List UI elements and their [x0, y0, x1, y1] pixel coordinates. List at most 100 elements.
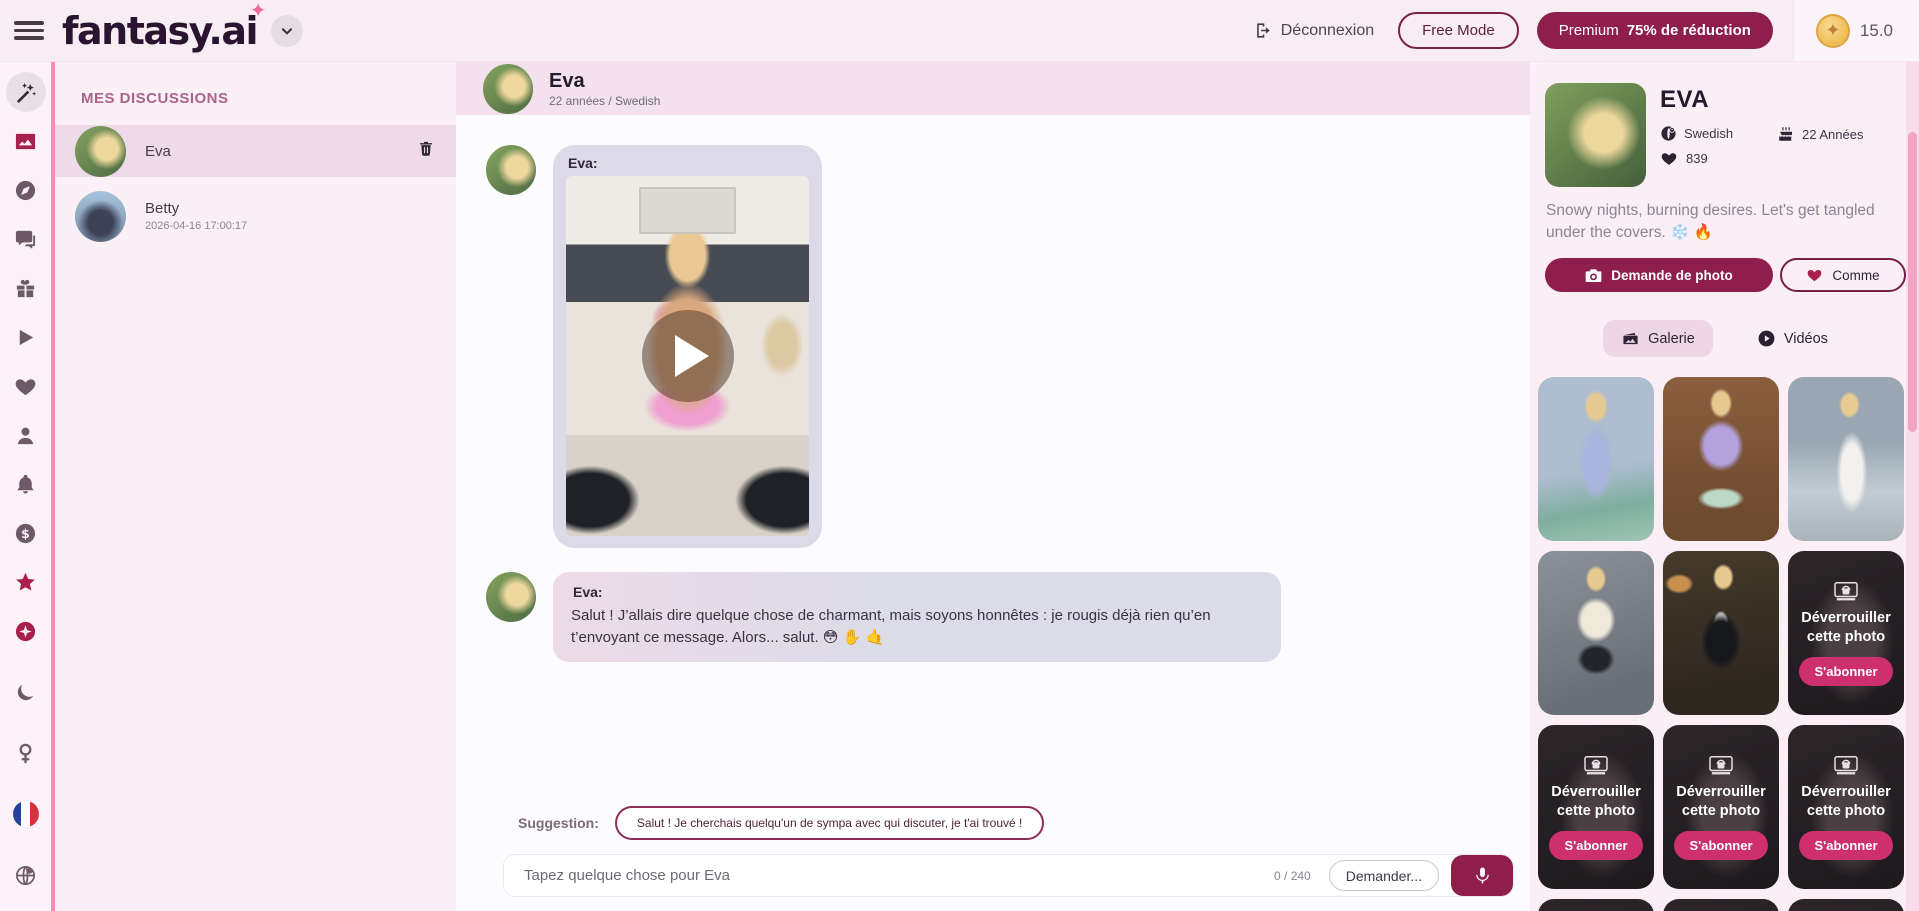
- media-tabs: Galerie Vidéos: [1530, 320, 1919, 357]
- chats-icon[interactable]: [6, 219, 46, 259]
- camera-icon: [1585, 268, 1602, 283]
- suggestion-row: Suggestion: Salut ! Je cherchais quelqu'…: [486, 806, 1530, 840]
- subscribe-button[interactable]: S'abonner: [1799, 657, 1892, 686]
- gallery-icon[interactable]: [6, 121, 46, 161]
- svg-text:$: $: [21, 525, 30, 540]
- icon-sidebar: $: [0, 62, 55, 911]
- age-label: 22 Années: [1802, 127, 1863, 142]
- gallery-photo[interactable]: [1538, 377, 1654, 541]
- message-sender: Eva:: [568, 155, 809, 171]
- profile-icon[interactable]: [6, 415, 46, 455]
- profile-photo[interactable]: [1545, 83, 1646, 187]
- mic-icon: [1473, 866, 1492, 885]
- gender-female-icon[interactable]: [6, 733, 46, 773]
- create-sparkle-icon[interactable]: [6, 611, 46, 651]
- chat-partner-subtitle: 22 années / Swedish: [549, 94, 660, 108]
- messages-list: Eva: Eva: Salut ! J’allais dire quelque …: [456, 115, 1530, 911]
- gallery-photo[interactable]: [1663, 551, 1779, 715]
- ask-button[interactable]: Demander...: [1329, 860, 1439, 891]
- subscribe-button[interactable]: S'abonner: [1549, 831, 1642, 860]
- chat-partner-name: Eva: [549, 70, 660, 92]
- credits-icon[interactable]: $: [6, 513, 46, 553]
- premium-discount-label: 75% de réduction: [1627, 22, 1751, 39]
- avatar: [486, 145, 536, 195]
- char-counter: 0 / 240: [1274, 869, 1311, 883]
- subscribe-button[interactable]: S'abonner: [1799, 831, 1892, 860]
- discussion-name: Eva: [145, 143, 171, 160]
- locked-title: Déverrouiller cette photo: [1788, 783, 1904, 819]
- delete-chat-icon[interactable]: [418, 140, 434, 162]
- top-bar: fantasy.ai✦ Déconnexion Free Mode Premiu…: [0, 0, 1919, 62]
- scrollbar-thumb[interactable]: [1908, 132, 1917, 432]
- gallery-locked-photo[interactable]: [1663, 899, 1779, 911]
- magic-wand-icon[interactable]: [6, 72, 46, 112]
- play-button[interactable]: [642, 310, 734, 402]
- discussion-item-eva[interactable]: Eva: [55, 125, 456, 177]
- logout-icon: [1254, 21, 1273, 40]
- chat-area: Eva 22 années / Swedish Eva:: [456, 62, 1530, 911]
- tab-galerie[interactable]: Galerie: [1603, 320, 1713, 357]
- profile-age: 22 Années: [1777, 125, 1863, 143]
- locked-title: Déverrouiller cette photo: [1663, 783, 1779, 819]
- birthday-cake-icon: [1777, 125, 1795, 143]
- video-thumbnail[interactable]: [566, 176, 809, 536]
- language-french-icon[interactable]: [6, 794, 46, 834]
- premium-button[interactable]: Premium 75% de réduction: [1537, 12, 1773, 49]
- locked-photo-icon: [1833, 580, 1859, 602]
- coin-icon: ✦: [1816, 14, 1850, 48]
- message-video: Eva:: [486, 145, 1530, 548]
- globe-icon: [1660, 125, 1677, 142]
- gallery-locked-photo[interactable]: [1538, 899, 1654, 911]
- discussions-title: MES DISCUSSIONS: [81, 90, 456, 107]
- message-composer: 0 / 240 Demander...: [503, 854, 1514, 897]
- gift-icon[interactable]: [6, 268, 46, 308]
- gallery-locked-photo[interactable]: Déverrouiller cette photo S'abonner: [1788, 725, 1904, 889]
- gallery-icon: [1621, 330, 1640, 347]
- compass-icon[interactable]: [6, 170, 46, 210]
- avatar: [483, 64, 533, 114]
- suggestion-chip[interactable]: Salut ! Je cherchais quelqu'un de sympa …: [615, 806, 1044, 840]
- scrollbar-track[interactable]: [1906, 62, 1919, 911]
- avatar: [75, 126, 126, 177]
- menu-icon[interactable]: [14, 19, 44, 43]
- gallery-locked-photo[interactable]: [1788, 899, 1904, 911]
- gallery-locked-photo[interactable]: Déverrouiller cette photo S'abonner: [1538, 725, 1654, 889]
- coin-amount: 15.0: [1860, 21, 1893, 41]
- chat-header: Eva 22 années / Swedish: [456, 62, 1530, 115]
- decor: [639, 187, 736, 234]
- free-mode-button[interactable]: Free Mode: [1398, 12, 1519, 49]
- notifications-icon[interactable]: [6, 464, 46, 504]
- message-input[interactable]: [504, 867, 1274, 884]
- gallery-photo[interactable]: [1663, 377, 1779, 541]
- heart-icon[interactable]: [6, 366, 46, 406]
- profile-name: EVA: [1660, 86, 1709, 114]
- gallery-locked-photo[interactable]: Déverrouiller cette photo S'abonner: [1788, 551, 1904, 715]
- tab-videos[interactable]: Vidéos: [1739, 320, 1846, 357]
- gallery-locked-photo[interactable]: Déverrouiller cette photo S'abonner: [1663, 725, 1779, 889]
- discussion-timestamp: 2026-04-16 17:00:17: [145, 220, 247, 232]
- like-button[interactable]: Comme: [1780, 258, 1906, 292]
- like-label: Comme: [1832, 268, 1879, 283]
- coin-balance[interactable]: ✦ 15.0: [1793, 0, 1919, 61]
- mic-button[interactable]: [1451, 855, 1513, 896]
- subscribe-button[interactable]: S'abonner: [1674, 831, 1767, 860]
- gallery-photo[interactable]: [1788, 377, 1904, 541]
- profile-bio: Snowy nights, burning desires. Let's get…: [1546, 200, 1896, 245]
- play-icon: [675, 335, 709, 377]
- play-icon[interactable]: [6, 317, 46, 357]
- request-photo-button[interactable]: Demande de photo: [1545, 258, 1773, 292]
- message-body: Salut ! J’allais dire quelque chose de c…: [571, 605, 1263, 649]
- discussion-item-betty[interactable]: Betty 2026-04-16 17:00:17: [55, 190, 456, 242]
- tab-label: Vidéos: [1784, 331, 1828, 347]
- profile-likes: 839: [1660, 150, 1708, 167]
- likes-heart-icon: [1660, 150, 1678, 167]
- suggestion-label: Suggestion:: [518, 815, 599, 831]
- chevron-down-icon[interactable]: [271, 15, 303, 47]
- logout-button[interactable]: Déconnexion: [1254, 21, 1374, 40]
- favorites-icon[interactable]: [6, 562, 46, 602]
- browse-globe-icon[interactable]: [6, 855, 46, 895]
- gallery-photo[interactable]: [1538, 551, 1654, 715]
- app-logo: fantasy.ai✦: [62, 12, 257, 50]
- message-text: Eva: Salut ! J’allais dire quelque chose…: [486, 572, 1530, 662]
- dark-mode-icon[interactable]: [6, 672, 46, 712]
